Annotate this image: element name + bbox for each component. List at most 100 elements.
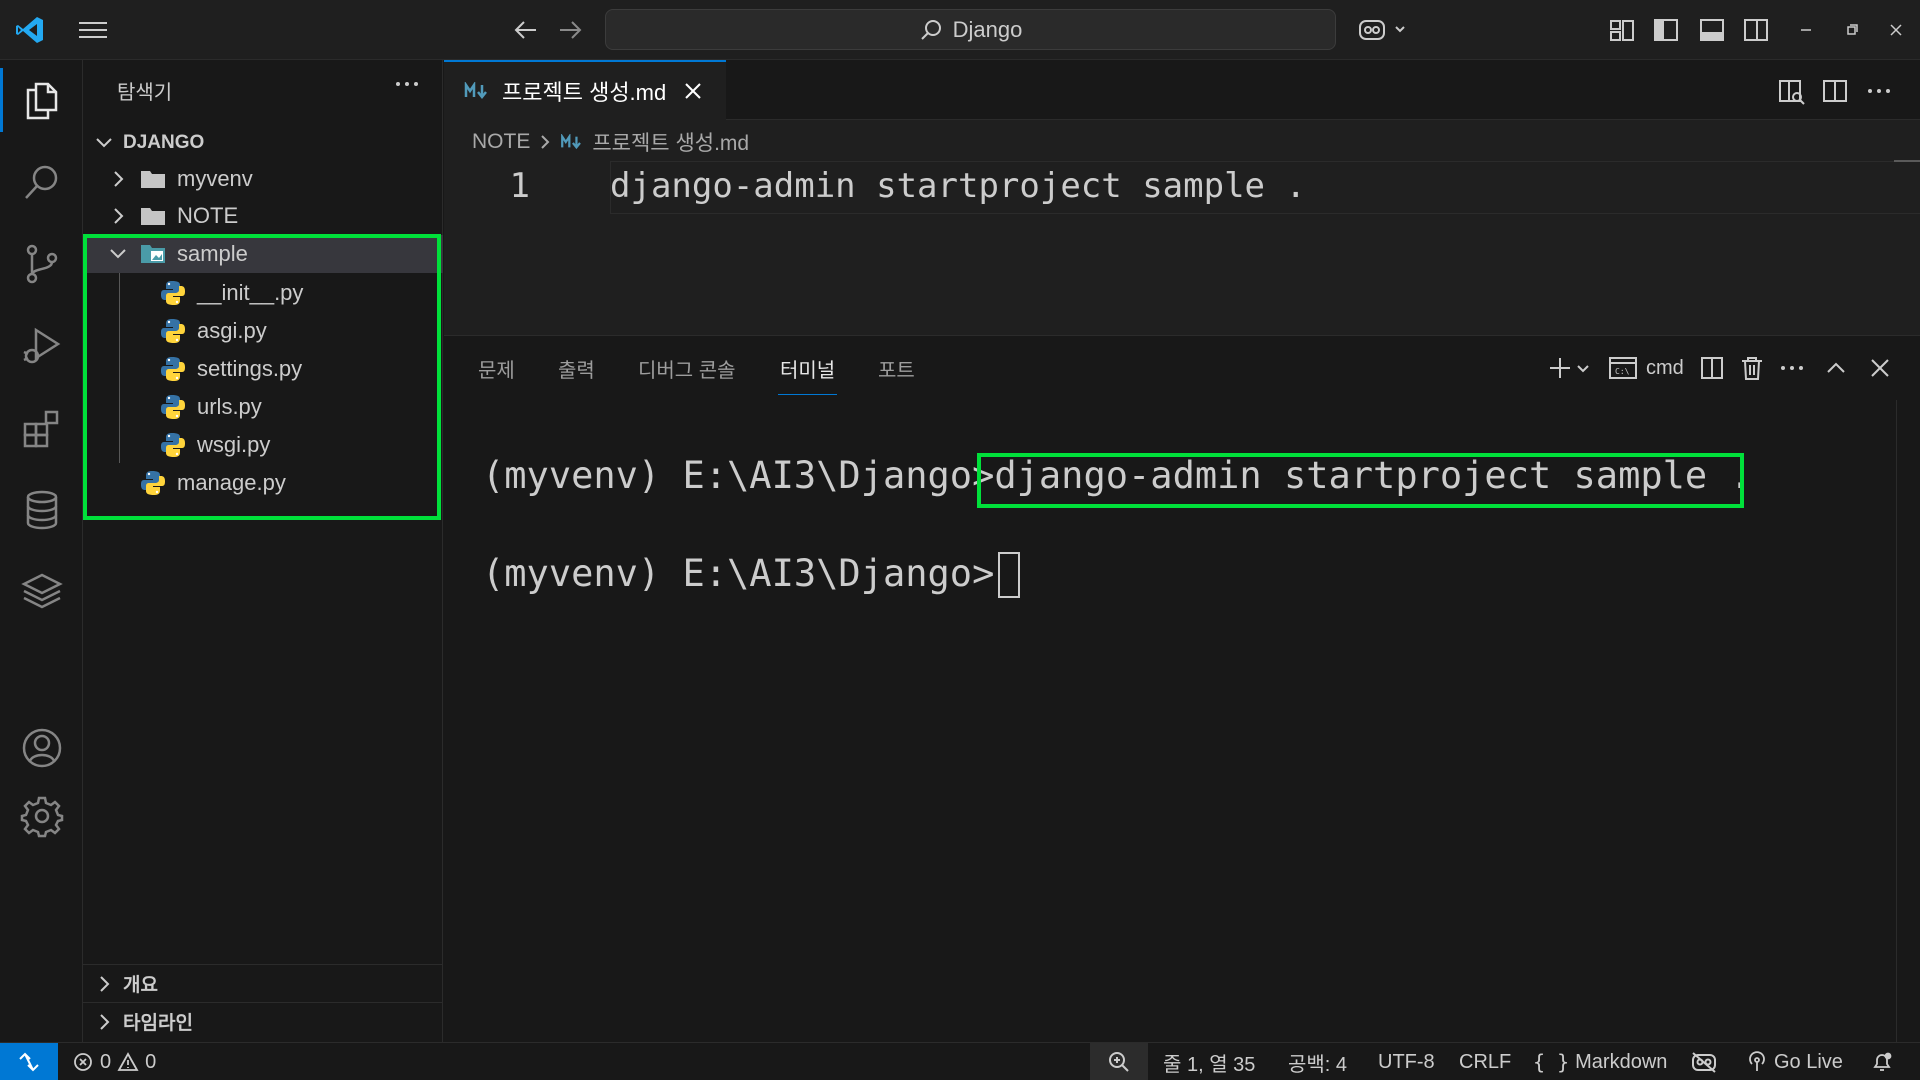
zoom-button[interactable] bbox=[1090, 1043, 1148, 1080]
extensions-icon bbox=[20, 406, 64, 450]
split-terminal-icon[interactable] bbox=[1698, 352, 1726, 384]
braces-icon: { } bbox=[1533, 1050, 1570, 1074]
extensions-button[interactable] bbox=[0, 388, 83, 468]
tab-ports[interactable]: 포트 bbox=[878, 354, 915, 383]
outline-section-header[interactable]: 개요 bbox=[83, 964, 443, 1002]
menu-icon[interactable] bbox=[76, 18, 110, 42]
split-editor-icon[interactable] bbox=[1820, 76, 1850, 106]
highlight-annotation-box bbox=[977, 453, 1744, 508]
explorer-button[interactable] bbox=[0, 60, 83, 140]
restore-icon[interactable] bbox=[1836, 14, 1868, 46]
tree-item-note[interactable]: NOTE bbox=[83, 197, 443, 235]
run-debug-button[interactable] bbox=[0, 306, 83, 386]
encoding[interactable]: UTF-8 bbox=[1378, 1043, 1435, 1080]
explorer-sidebar: 탐색기 DJANGO myvenv NOTE sample __init__.p… bbox=[83, 60, 443, 1042]
markdown-icon bbox=[560, 134, 584, 150]
breadcrumb-item-file[interactable]: 프로젝트 생성.md bbox=[592, 127, 749, 157]
tree-item-label: NOTE bbox=[177, 203, 239, 228]
chevron-down-icon bbox=[1574, 359, 1592, 377]
arrow-right-icon[interactable] bbox=[556, 14, 584, 46]
go-live-button[interactable]: Go Live bbox=[1746, 1043, 1843, 1080]
terminal-prompt: (myvenv) E:\AI3\Django> bbox=[482, 552, 995, 595]
maximize-panel-icon[interactable] bbox=[1822, 352, 1850, 384]
breadcrumb-item-note[interactable]: NOTE bbox=[472, 130, 530, 154]
sidebar-title: 탐색기 bbox=[117, 82, 173, 104]
zoom-in-icon bbox=[1107, 1050, 1131, 1074]
indentation[interactable]: 공백: 4 bbox=[1288, 1043, 1347, 1080]
tree-item-label: myvenv bbox=[177, 166, 253, 191]
search-view-button[interactable] bbox=[0, 142, 83, 222]
markdown-icon bbox=[464, 82, 490, 100]
source-control-button[interactable] bbox=[0, 224, 83, 304]
line-number: 1 bbox=[509, 166, 530, 206]
arrow-left-icon[interactable] bbox=[512, 14, 540, 46]
layers-button[interactable] bbox=[0, 552, 83, 632]
close-panel-icon[interactable] bbox=[1866, 352, 1894, 384]
toggle-secondary-sidebar-icon[interactable] bbox=[1740, 14, 1772, 46]
status-bar: 0 0 줄 1, 열 35 공백: 4 UTF-8 CRLF { } Markd… bbox=[0, 1042, 1920, 1080]
command-center-search[interactable]: Django bbox=[605, 9, 1336, 50]
highlight-annotation-box bbox=[83, 234, 441, 520]
code-line[interactable]: django-admin startproject sample . bbox=[610, 166, 1306, 206]
terminal-selector[interactable]: C:\ cmd bbox=[1608, 352, 1684, 384]
notifications-button[interactable] bbox=[1870, 1043, 1894, 1080]
timeline-section-header[interactable]: 타임라인 bbox=[83, 1002, 443, 1040]
tab-problems[interactable]: 문제 bbox=[478, 354, 515, 383]
terminal-prompt: (myvenv) E:\AI3\Django> bbox=[482, 454, 995, 497]
database-button[interactable] bbox=[0, 470, 83, 550]
chevron-down-icon bbox=[91, 130, 117, 156]
manage-button[interactable] bbox=[0, 776, 83, 856]
scrollbar[interactable] bbox=[1896, 400, 1897, 1043]
account-icon bbox=[20, 726, 64, 770]
trash-icon[interactable] bbox=[1738, 352, 1766, 384]
bottom-panel: 문제 출력 디버그 콘솔 터미널 포트 C:\ cmd (myvenv) E:\… bbox=[444, 335, 1920, 1043]
tab-terminal[interactable]: 터미널 bbox=[777, 354, 838, 395]
terminal-line[interactable]: (myvenv) E:\AI3\Django> bbox=[482, 552, 994, 595]
broadcast-icon bbox=[1746, 1051, 1768, 1073]
workspace-folder-header[interactable]: DJANGO bbox=[83, 126, 443, 160]
end-of-line[interactable]: CRLF bbox=[1459, 1043, 1511, 1080]
more-actions-icon[interactable] bbox=[1778, 352, 1806, 384]
toggle-panel-icon[interactable] bbox=[1696, 14, 1728, 46]
editor-tabs: 프로젝트 생성.md bbox=[444, 60, 1920, 120]
search-icon bbox=[919, 18, 943, 42]
breadcrumb: NOTE 프로젝트 생성.md bbox=[472, 127, 749, 157]
section-label: 개요 bbox=[123, 975, 158, 996]
remote-icon bbox=[16, 1049, 42, 1075]
error-icon bbox=[72, 1051, 94, 1073]
activity-bar bbox=[0, 60, 83, 1042]
customize-layout-icon[interactable] bbox=[1606, 14, 1638, 46]
tab-project-md[interactable]: 프로젝트 생성.md bbox=[444, 60, 726, 120]
open-preview-icon[interactable] bbox=[1776, 76, 1806, 106]
toggle-primary-sidebar-icon[interactable] bbox=[1650, 14, 1682, 46]
language-label: Markdown bbox=[1575, 1050, 1668, 1073]
cursor-position[interactable]: 줄 1, 열 35 bbox=[1163, 1043, 1255, 1080]
svg-text:C:\: C:\ bbox=[1615, 367, 1630, 376]
gear-icon bbox=[20, 794, 64, 838]
terminal-icon: C:\ bbox=[1608, 355, 1638, 381]
close-window-icon[interactable] bbox=[1880, 14, 1912, 46]
new-terminal-button[interactable] bbox=[1546, 352, 1592, 384]
tab-output[interactable]: 출력 bbox=[558, 354, 595, 383]
warning-count: 0 bbox=[145, 1050, 157, 1073]
chevron-right-icon bbox=[105, 166, 131, 192]
tree-item-myvenv[interactable]: myvenv bbox=[83, 160, 443, 198]
chevron-right-icon bbox=[105, 203, 131, 229]
vscode-logo-icon bbox=[14, 14, 46, 46]
terminal-cursor bbox=[998, 552, 1020, 598]
problems-indicator[interactable]: 0 0 bbox=[72, 1043, 156, 1080]
language-mode[interactable]: { } Markdown bbox=[1533, 1043, 1667, 1080]
error-count: 0 bbox=[100, 1050, 112, 1073]
more-actions-icon[interactable] bbox=[1864, 76, 1894, 106]
close-icon[interactable] bbox=[682, 80, 704, 102]
folder-icon bbox=[139, 202, 167, 230]
copilot-icon[interactable] bbox=[1356, 12, 1412, 48]
warning-icon bbox=[117, 1051, 139, 1073]
minimize-icon[interactable] bbox=[1790, 14, 1822, 46]
copilot-status[interactable] bbox=[1690, 1043, 1718, 1080]
workspace-folder-name: DJANGO bbox=[123, 132, 205, 153]
more-actions-icon[interactable] bbox=[391, 70, 423, 98]
tab-debug-console[interactable]: 디버그 콘솔 bbox=[638, 354, 736, 383]
remote-indicator[interactable] bbox=[0, 1043, 58, 1080]
search-icon bbox=[20, 160, 64, 204]
